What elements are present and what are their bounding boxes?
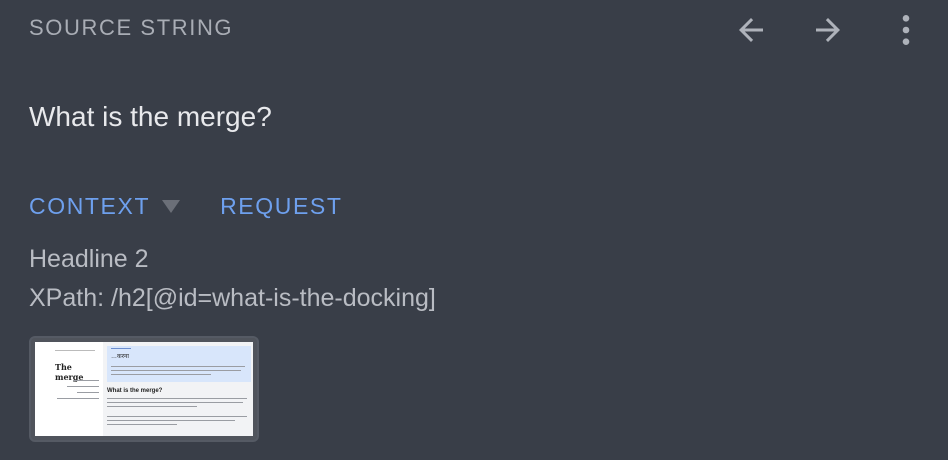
arrow-left-icon xyxy=(739,18,763,42)
thumbnail-page: The merge …करना What is the merge? xyxy=(35,342,253,436)
tab-request[interactable]: REQUEST xyxy=(220,193,342,220)
tab-request-label: REQUEST xyxy=(220,192,343,219)
thumbnail-sidebar-title: The merge xyxy=(55,362,84,382)
arrow-right-icon xyxy=(816,18,840,42)
context-element-type: Headline 2 xyxy=(29,245,149,273)
thumbnail-banner-title: …करना xyxy=(111,354,129,360)
screenshot-thumbnail[interactable]: The merge …करना What is the merge? xyxy=(29,336,259,442)
more-options-button[interactable] xyxy=(886,10,926,50)
source-string-panel: SOURCE STRING What is the merge? CONTEXT… xyxy=(0,0,948,460)
thumbnail-sidebar: The merge xyxy=(35,342,103,436)
tab-context[interactable]: CONTEXT xyxy=(29,192,181,220)
context-xpath: XPath: /h2[@id=what-is-the-docking] xyxy=(29,284,436,312)
source-string-text: What is the merge? xyxy=(29,101,272,132)
section-header: SOURCE STRING xyxy=(29,15,234,40)
tab-context-label: CONTEXT xyxy=(29,192,151,219)
context-tabs: CONTEXT REQUEST xyxy=(29,190,342,222)
thumbnail-section-title: What is the merge? xyxy=(107,388,163,394)
thumbnail-banner: …करना xyxy=(107,346,251,382)
more-vert-icon xyxy=(902,15,910,45)
previous-string-button[interactable] xyxy=(731,10,771,50)
next-string-button[interactable] xyxy=(808,10,848,50)
caret-down-icon xyxy=(162,199,181,213)
